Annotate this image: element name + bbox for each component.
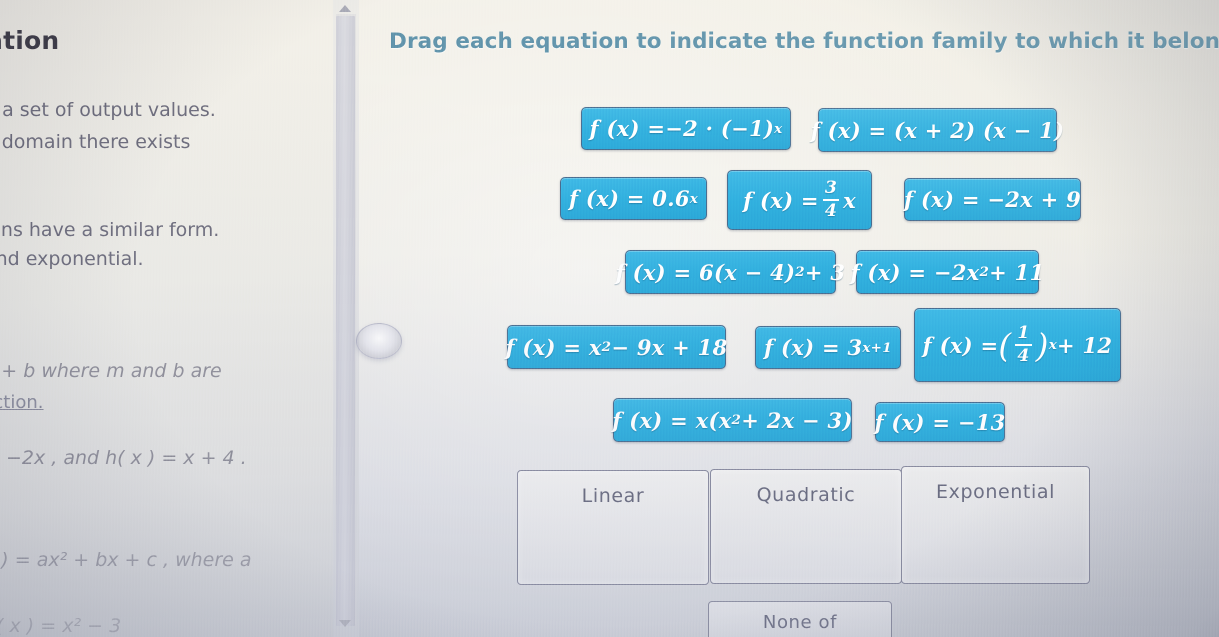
- scroll-up-arrow-icon[interactable]: [339, 5, 351, 12]
- lesson-clipped-bottom-line: g( x ) = x² − 3: [0, 615, 122, 637]
- tile-x-plus-2-times-x-minus-1[interactable]: f (x) = (x + 2) (x − 1): [811, 108, 1064, 152]
- glossary-link[interactable]: nction.: [0, 392, 44, 413]
- dropzone-exponential[interactable]: Exponential: [901, 466, 1090, 584]
- lesson-line: ions have a similar form.: [0, 219, 220, 241]
- lesson-line: and exponential.: [0, 248, 144, 270]
- screen-photo: ation d a set of output values. e domain …: [0, 0, 1219, 637]
- tile-6-x-minus-4-sq-plus-3[interactable]: f (x) = 6(x − 4) 2 + 3: [616, 250, 845, 294]
- tile-3-pow-x-plus-1[interactable]: f (x) = 3 x+1: [755, 326, 901, 369]
- dropzone-quadratic-label: Quadratic: [756, 484, 856, 506]
- lesson-line: d a set of output values.: [0, 99, 216, 121]
- equation-text: f (x) = 6(x − 4) 2 + 3: [615, 259, 846, 285]
- dropzone-linear[interactable]: Linear: [517, 470, 709, 585]
- vertical-scrollbar[interactable]: [333, 0, 359, 637]
- tile-06-pow-x[interactable]: f (x) = 0.6 x: [560, 177, 707, 220]
- tile-x-sq-minus-9x-plus-18[interactable]: f (x) = x2 − 9x + 18: [505, 325, 728, 369]
- tile-three-quarters-x[interactable]: f (x) = 34 x: [727, 170, 872, 230]
- scroll-down-arrow-icon[interactable]: [339, 620, 351, 627]
- lesson-heading: ation: [0, 26, 60, 55]
- activity-pane: Drag each equation to indicate the funct…: [359, 0, 1219, 637]
- lesson-line: x + b where m and b are: [0, 360, 222, 382]
- tile-neg-13[interactable]: f (x) = −13: [874, 402, 1006, 442]
- lesson-line: e domain there exists: [0, 131, 191, 153]
- dropzone-linear-label: Linear: [581, 485, 645, 507]
- equation-text: f (x) = 0.6 x: [568, 186, 699, 211]
- tile-x-times-x-sq-plus-2x-minus-3[interactable]: f (x) = x(x 2 + 2x − 3): [612, 398, 853, 442]
- equation-text: f (x) = x2 − 9x + 18: [505, 334, 728, 360]
- lesson-line: x ) = ax² + bx + c , where a: [0, 549, 252, 571]
- lesson-line: = −2x , and h( x ) = x + 4 .: [0, 447, 247, 469]
- tile-neg2-neg1-pow-x[interactable]: f (x) =−2 · (−1) x: [581, 107, 791, 150]
- equation-text: f (x) = −13: [874, 409, 1006, 435]
- dropzone-none-of-label: None of: [762, 612, 838, 633]
- equation-text: f (x) =−2 · (−1) x: [589, 116, 783, 141]
- tile-neg2x-plus-9[interactable]: f (x) = −2x + 9: [904, 178, 1081, 221]
- equation-text: f (x) = −2x + 9: [904, 187, 1082, 212]
- lesson-text-pane: ation d a set of output values. e domain …: [0, 0, 333, 637]
- equation-text: f (x) = (x + 2) (x − 1): [810, 117, 1065, 143]
- equation-text: f (x) = 34 x: [743, 177, 856, 221]
- dropzone-quadratic[interactable]: Quadratic: [710, 469, 902, 584]
- equation-text: f (x) = −2x 2 + 11: [850, 259, 1045, 285]
- dropzone-none-of[interactable]: None of: [708, 601, 892, 637]
- equation-text: f (x) = 3 x+1: [764, 335, 892, 360]
- equation-text: f (x) = x(x 2 + 2x − 3): [612, 407, 853, 433]
- tile-quarter-pow-x-plus-12[interactable]: f (x) = (1 4) x + 12: [914, 308, 1121, 382]
- dropzone-exponential-label: Exponential: [936, 481, 1055, 503]
- tile-neg2x-sq-plus-11[interactable]: f (x) = −2x 2 + 11: [851, 250, 1044, 294]
- activity-prompt: Drag each equation to indicate the funct…: [389, 29, 1219, 54]
- equation-text: f (x) = (1 4) x + 12: [922, 322, 1113, 366]
- scrollbar-thumb[interactable]: [336, 16, 355, 626]
